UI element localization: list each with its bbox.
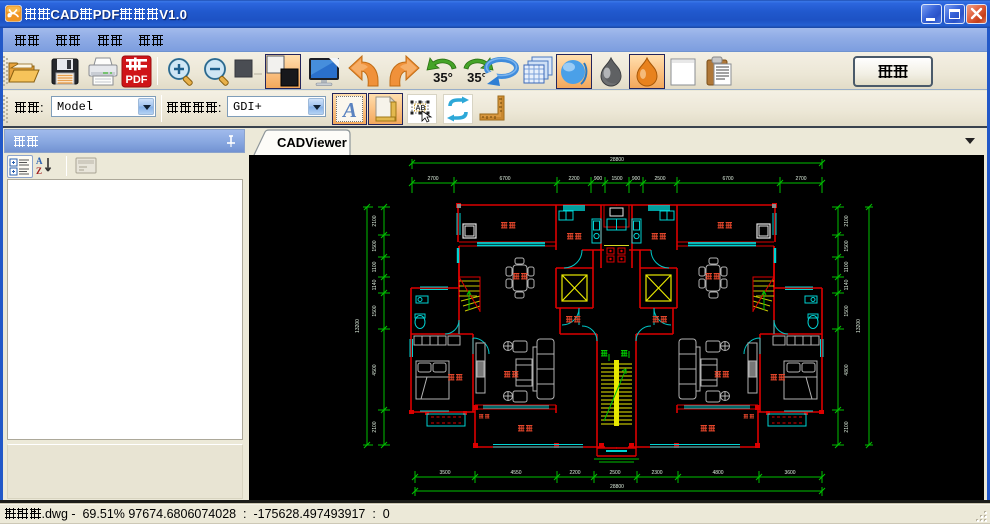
svg-text:2700: 2700 [427, 176, 438, 182]
svg-text:1100: 1100 [844, 261, 850, 272]
svg-text:2100: 2100 [372, 421, 378, 432]
svg-text:AB: AB [416, 105, 426, 112]
svg-text:A: A [36, 156, 43, 166]
svg-text:28800: 28800 [610, 484, 624, 490]
svg-text:35°: 35° [433, 70, 453, 85]
svg-text:2300: 2300 [651, 470, 662, 476]
svg-text:1500: 1500 [844, 240, 850, 251]
svg-text:4800: 4800 [712, 470, 723, 476]
svg-text:6700: 6700 [499, 176, 510, 182]
svg-text:2100: 2100 [844, 215, 850, 226]
svg-text:2500: 2500 [609, 470, 620, 476]
svg-text:900: 900 [632, 176, 641, 182]
svg-text:1500: 1500 [372, 305, 378, 316]
svg-text:2100: 2100 [372, 215, 378, 226]
svg-text:1140: 1140 [844, 279, 850, 290]
svg-text:1140: 1140 [372, 279, 378, 290]
svg-text:2200: 2200 [568, 176, 579, 182]
svg-text:6700: 6700 [722, 176, 733, 182]
svg-text:2100: 2100 [844, 421, 850, 432]
svg-text:Z: Z [36, 166, 42, 176]
svg-text:13200: 13200 [355, 319, 361, 333]
svg-text:1500: 1500 [844, 305, 850, 316]
svg-text:4550: 4550 [510, 470, 521, 476]
svg-text:4500: 4500 [372, 364, 378, 375]
svg-text:13200: 13200 [856, 319, 862, 333]
svg-text:2200: 2200 [569, 470, 580, 476]
svg-text:900: 900 [594, 176, 603, 182]
svg-text:1500: 1500 [372, 240, 378, 251]
svg-text:4800: 4800 [844, 364, 850, 375]
svg-text:2700: 2700 [795, 176, 806, 182]
svg-text:3600: 3600 [784, 470, 795, 476]
svg-text:3500: 3500 [439, 470, 450, 476]
svg-text:PDF: PDF [126, 74, 148, 86]
svg-text:2500: 2500 [654, 176, 665, 182]
svg-text:1500: 1500 [611, 176, 622, 182]
svg-text:28800: 28800 [610, 157, 624, 163]
svg-text:1100: 1100 [372, 261, 378, 272]
